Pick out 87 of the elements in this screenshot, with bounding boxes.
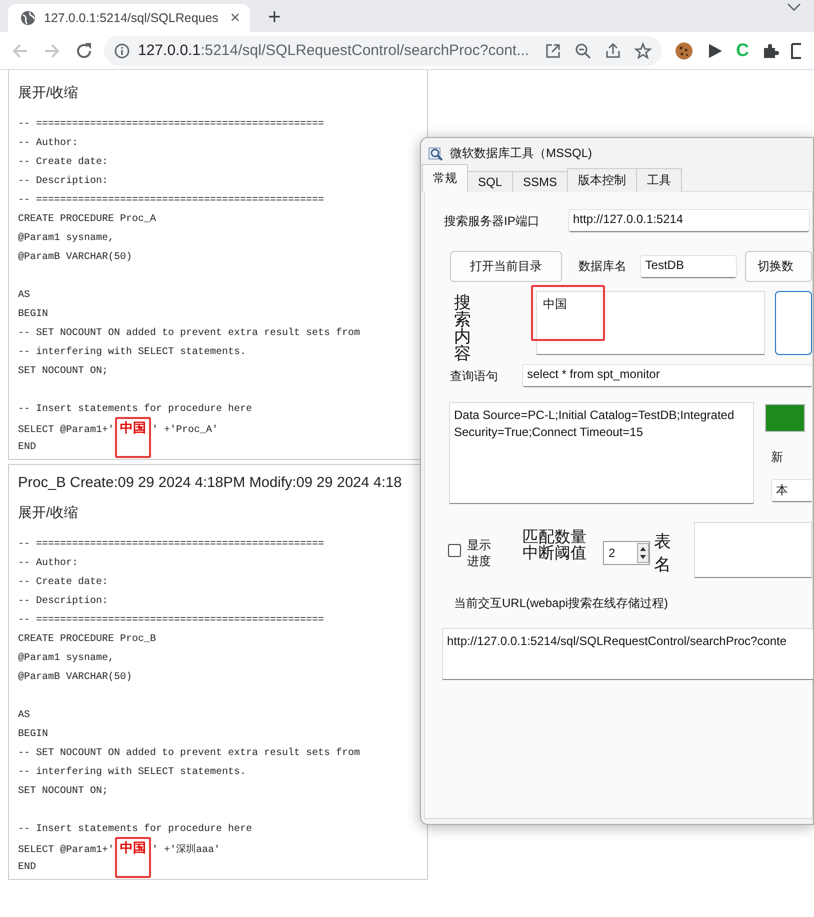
cookie-icon[interactable] [674,40,694,60]
share-icon[interactable] [604,42,622,60]
up-down-arrows-icon [636,543,649,563]
code-line: AS [18,709,32,723]
field-label: 当前交互URL(webapi搜索在线存储过程) [454,595,668,612]
code-line: -- SET NOCOUNT ON added to prevent extra result sets from [18,746,362,761]
open-external-icon[interactable] [544,42,562,60]
table-name-field[interactable] [694,522,812,578]
reload-icon[interactable] [74,40,94,60]
code-line: END [18,861,38,875]
field-label: 新 [771,449,784,466]
close-tab-button[interactable]: × [228,8,242,28]
code-line: -- SET NOCOUNT ON added to prevent extra result sets from [18,326,362,341]
tab[interactable]: SSMS [512,171,568,192]
field-label: 搜索内容 [454,294,472,362]
window-title: 微软数据库工具（MSSQL) [450,145,592,162]
code-line: CREATE PROCEDURE Proc_B [18,633,158,647]
code-line: -- Create date: [18,156,110,170]
globe-icon [20,10,36,26]
puzzle-icon[interactable] [761,42,779,60]
code-line: CREATE PROCEDURE Proc_A [18,213,158,227]
code-line: SET NOCOUNT ON; [18,365,110,379]
address-bar[interactable]: 127.0.0.1:5214/sql/SQLRequestControl/searchProc?cont... [104,36,662,66]
number-spinner[interactable]: 2 [603,541,650,565]
code-text: SELECT @Param1+' [18,844,114,858]
code-text: ' +'Proc_A' [152,424,218,438]
magnifier-icon [428,146,444,162]
code-line: -- ================================================ [18,614,326,628]
code-line: SET NOCOUNT ON; [18,785,110,799]
code-line: @ParamB VARCHAR(50) [18,250,134,265]
tab[interactable]: 版本控制 [567,168,638,192]
search-text: 中国 [542,296,567,312]
code-text: ' +'深圳aaa' [152,842,220,858]
input-field[interactable]: http://127.0.0.1:5214 [569,210,809,232]
new-tab-button[interactable]: + [264,4,285,30]
code-line: -- interfering with SELECT statements. [18,766,248,780]
code-line: -- Description: [18,174,110,189]
field-label: 数据库名 [578,258,628,275]
connection-string-field[interactable]: Data Source=PC-L;Initial Catalog=TestDB;Integrated Security=True;Connect Timeout=15 [449,402,754,504]
browser-tab[interactable]: 127.0.0.1:5214/sql/SQLReques × [8,4,250,32]
tab-title: 127.0.0.1:5214/sql/SQLReques [44,11,220,25]
code-line: BEGIN [18,728,50,742]
tab[interactable]: 常规 [422,164,468,192]
code-line: AS [18,289,32,303]
field-label: 表名 [654,531,672,576]
zoom-out-icon[interactable] [574,42,592,60]
code-line: -- Author: [18,556,80,571]
code-line: END [18,441,38,455]
matched-text: 中国 [120,839,146,858]
expand-collapse-link[interactable]: 展开/收缩 [18,84,78,102]
star-icon[interactable] [634,42,652,60]
chevron-down-icon[interactable] [786,2,802,12]
field-label: 显示进度 [466,537,492,569]
code-line: -- Insert statements for procedure here [18,822,254,837]
code-line: @ParamB VARCHAR(50) [18,670,134,685]
field-label: 匹配数量中断阈值 [522,529,588,561]
url-text: 127.0.0.1:5214/sql/SQLRequestControl/searchProc?cont... [138,42,530,59]
query-field[interactable]: select * from spt_monitor [523,365,812,387]
code-text: SELECT @Param1+' [18,424,114,438]
code-line: -- ================================================ [18,194,326,208]
dropdown[interactable]: 本 [772,480,812,502]
code-line: -- Description: [18,594,110,609]
code-line: -- Create date: [18,576,110,590]
code-line: -- interfering with SELECT statements. [18,346,248,360]
code-line: BEGIN [18,308,50,322]
tab[interactable]: 工具 [636,168,682,192]
expand-collapse-link[interactable]: 展开/收缩 [18,504,78,522]
play-icon[interactable] [706,42,724,60]
url-field[interactable]: http://127.0.0.1:5214/sql/SQLRequestControl/searchProc?conte [442,628,813,680]
input-field[interactable]: TestDB [641,256,736,278]
info-icon [114,42,130,58]
code-line: -- ================================================ [18,118,326,132]
field-label: 搜索服务器IP端口 [444,212,540,230]
code-line: -- Author: [18,136,80,151]
action-button[interactable] [775,290,812,354]
code-line: @Param1 sysname, [18,652,116,666]
checkbox[interactable] [448,544,461,556]
matched-text: 中国 [120,419,146,438]
switch-database-button[interactable]: 切换数 [744,251,812,282]
field-label: 查询语句 [450,368,499,384]
procedure-header: Proc_B Create:09 29 2024 4:18PM Modify:09 29 2024 4:18 [18,475,402,491]
tab[interactable]: SQL [467,171,514,192]
open-folder-button[interactable]: 打开当前目录 [450,251,562,282]
code-line: @Param1 sysname, [18,232,116,246]
code-line: -- Insert statements for procedure here [18,402,254,417]
side-panel-icon[interactable] [791,42,801,60]
code-line: -- ================================================ [18,538,326,552]
